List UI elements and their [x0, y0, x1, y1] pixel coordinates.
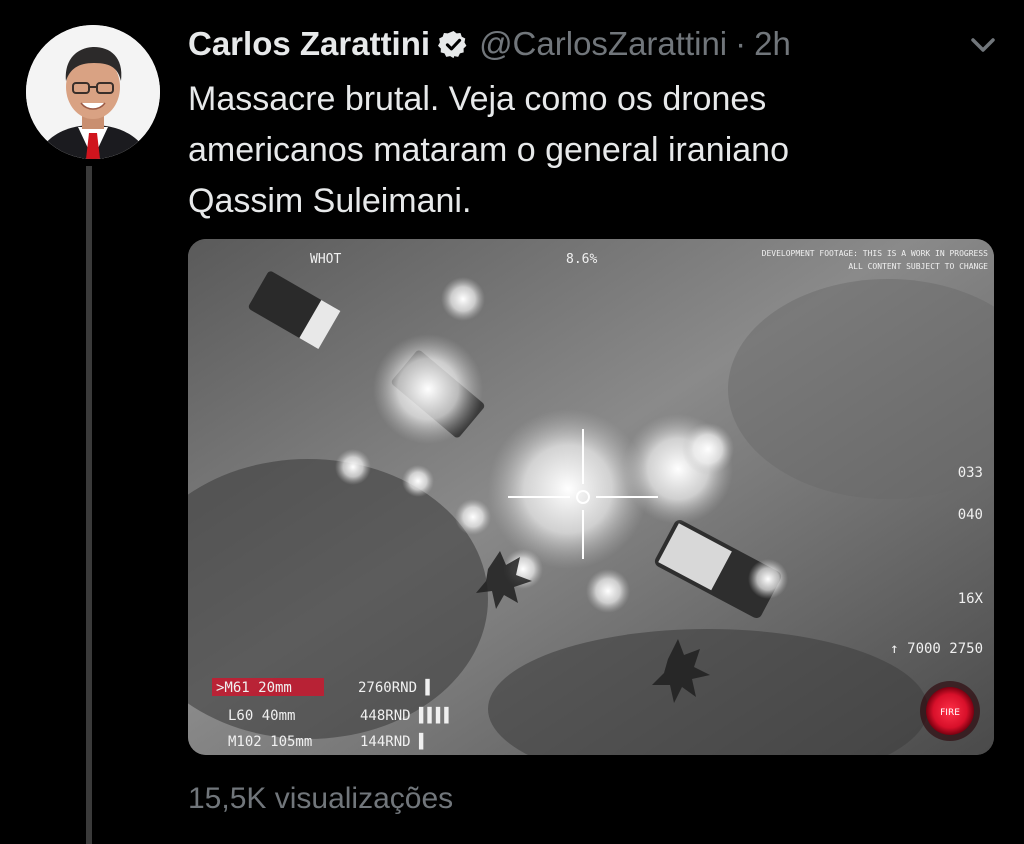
hud-right-1: 033	[958, 465, 983, 481]
thread-line	[86, 166, 92, 844]
hud-mode: WHOT	[310, 252, 341, 267]
hud-right-4: ↑ 7000 2750	[890, 641, 983, 657]
author-avatar[interactable]	[26, 25, 160, 159]
author-handle[interactable]: @CarlosZarattini	[479, 25, 727, 63]
tweet-media-video[interactable]: WHOT 8.6% DEVELOPMENT FOOTAGE: THIS IS A…	[188, 239, 994, 755]
hud-ammo-2: 448RND ▌▌▌▌	[360, 706, 453, 724]
fire-button-label: FIRE	[940, 708, 960, 718]
hud-weapon-3: M102 105mm	[228, 734, 312, 750]
hud-weapon-1: >M61 20mm	[216, 680, 292, 696]
hud-zoom: 8.6%	[566, 252, 597, 267]
view-count: 15,5K visualizações	[188, 782, 454, 815]
hud-notice-1: DEVELOPMENT FOOTAGE: THIS IS A WORK IN P…	[762, 249, 989, 258]
chevron-down-icon[interactable]	[966, 32, 1000, 58]
hud-weapon-2: L60 40mm	[228, 708, 295, 724]
fire-button[interactable]: FIRE	[920, 681, 980, 741]
verified-badge-icon	[438, 29, 469, 60]
hud-ammo-3: 144RND ▌	[360, 732, 427, 750]
header-separator: ·	[735, 25, 747, 62]
hud-right-3: 16X	[958, 591, 984, 607]
tweet-text: Massacre brutal. Veja como os drones ame…	[188, 80, 789, 220]
author-name[interactable]: Carlos Zarattini	[188, 25, 430, 63]
hud-right-2: 040	[958, 507, 983, 523]
hud-notice-2: ALL CONTENT SUBJECT TO CHANGE	[848, 262, 988, 271]
avatar-portrait	[26, 25, 160, 159]
tweet-header: Carlos Zarattini @CarlosZarattini · 2h	[188, 20, 791, 68]
hud-ammo-1: 2760RND ▌	[358, 678, 434, 696]
video-frame: WHOT 8.6% DEVELOPMENT FOOTAGE: THIS IS A…	[188, 239, 994, 755]
tweet-timestamp[interactable]: 2h	[754, 25, 791, 63]
